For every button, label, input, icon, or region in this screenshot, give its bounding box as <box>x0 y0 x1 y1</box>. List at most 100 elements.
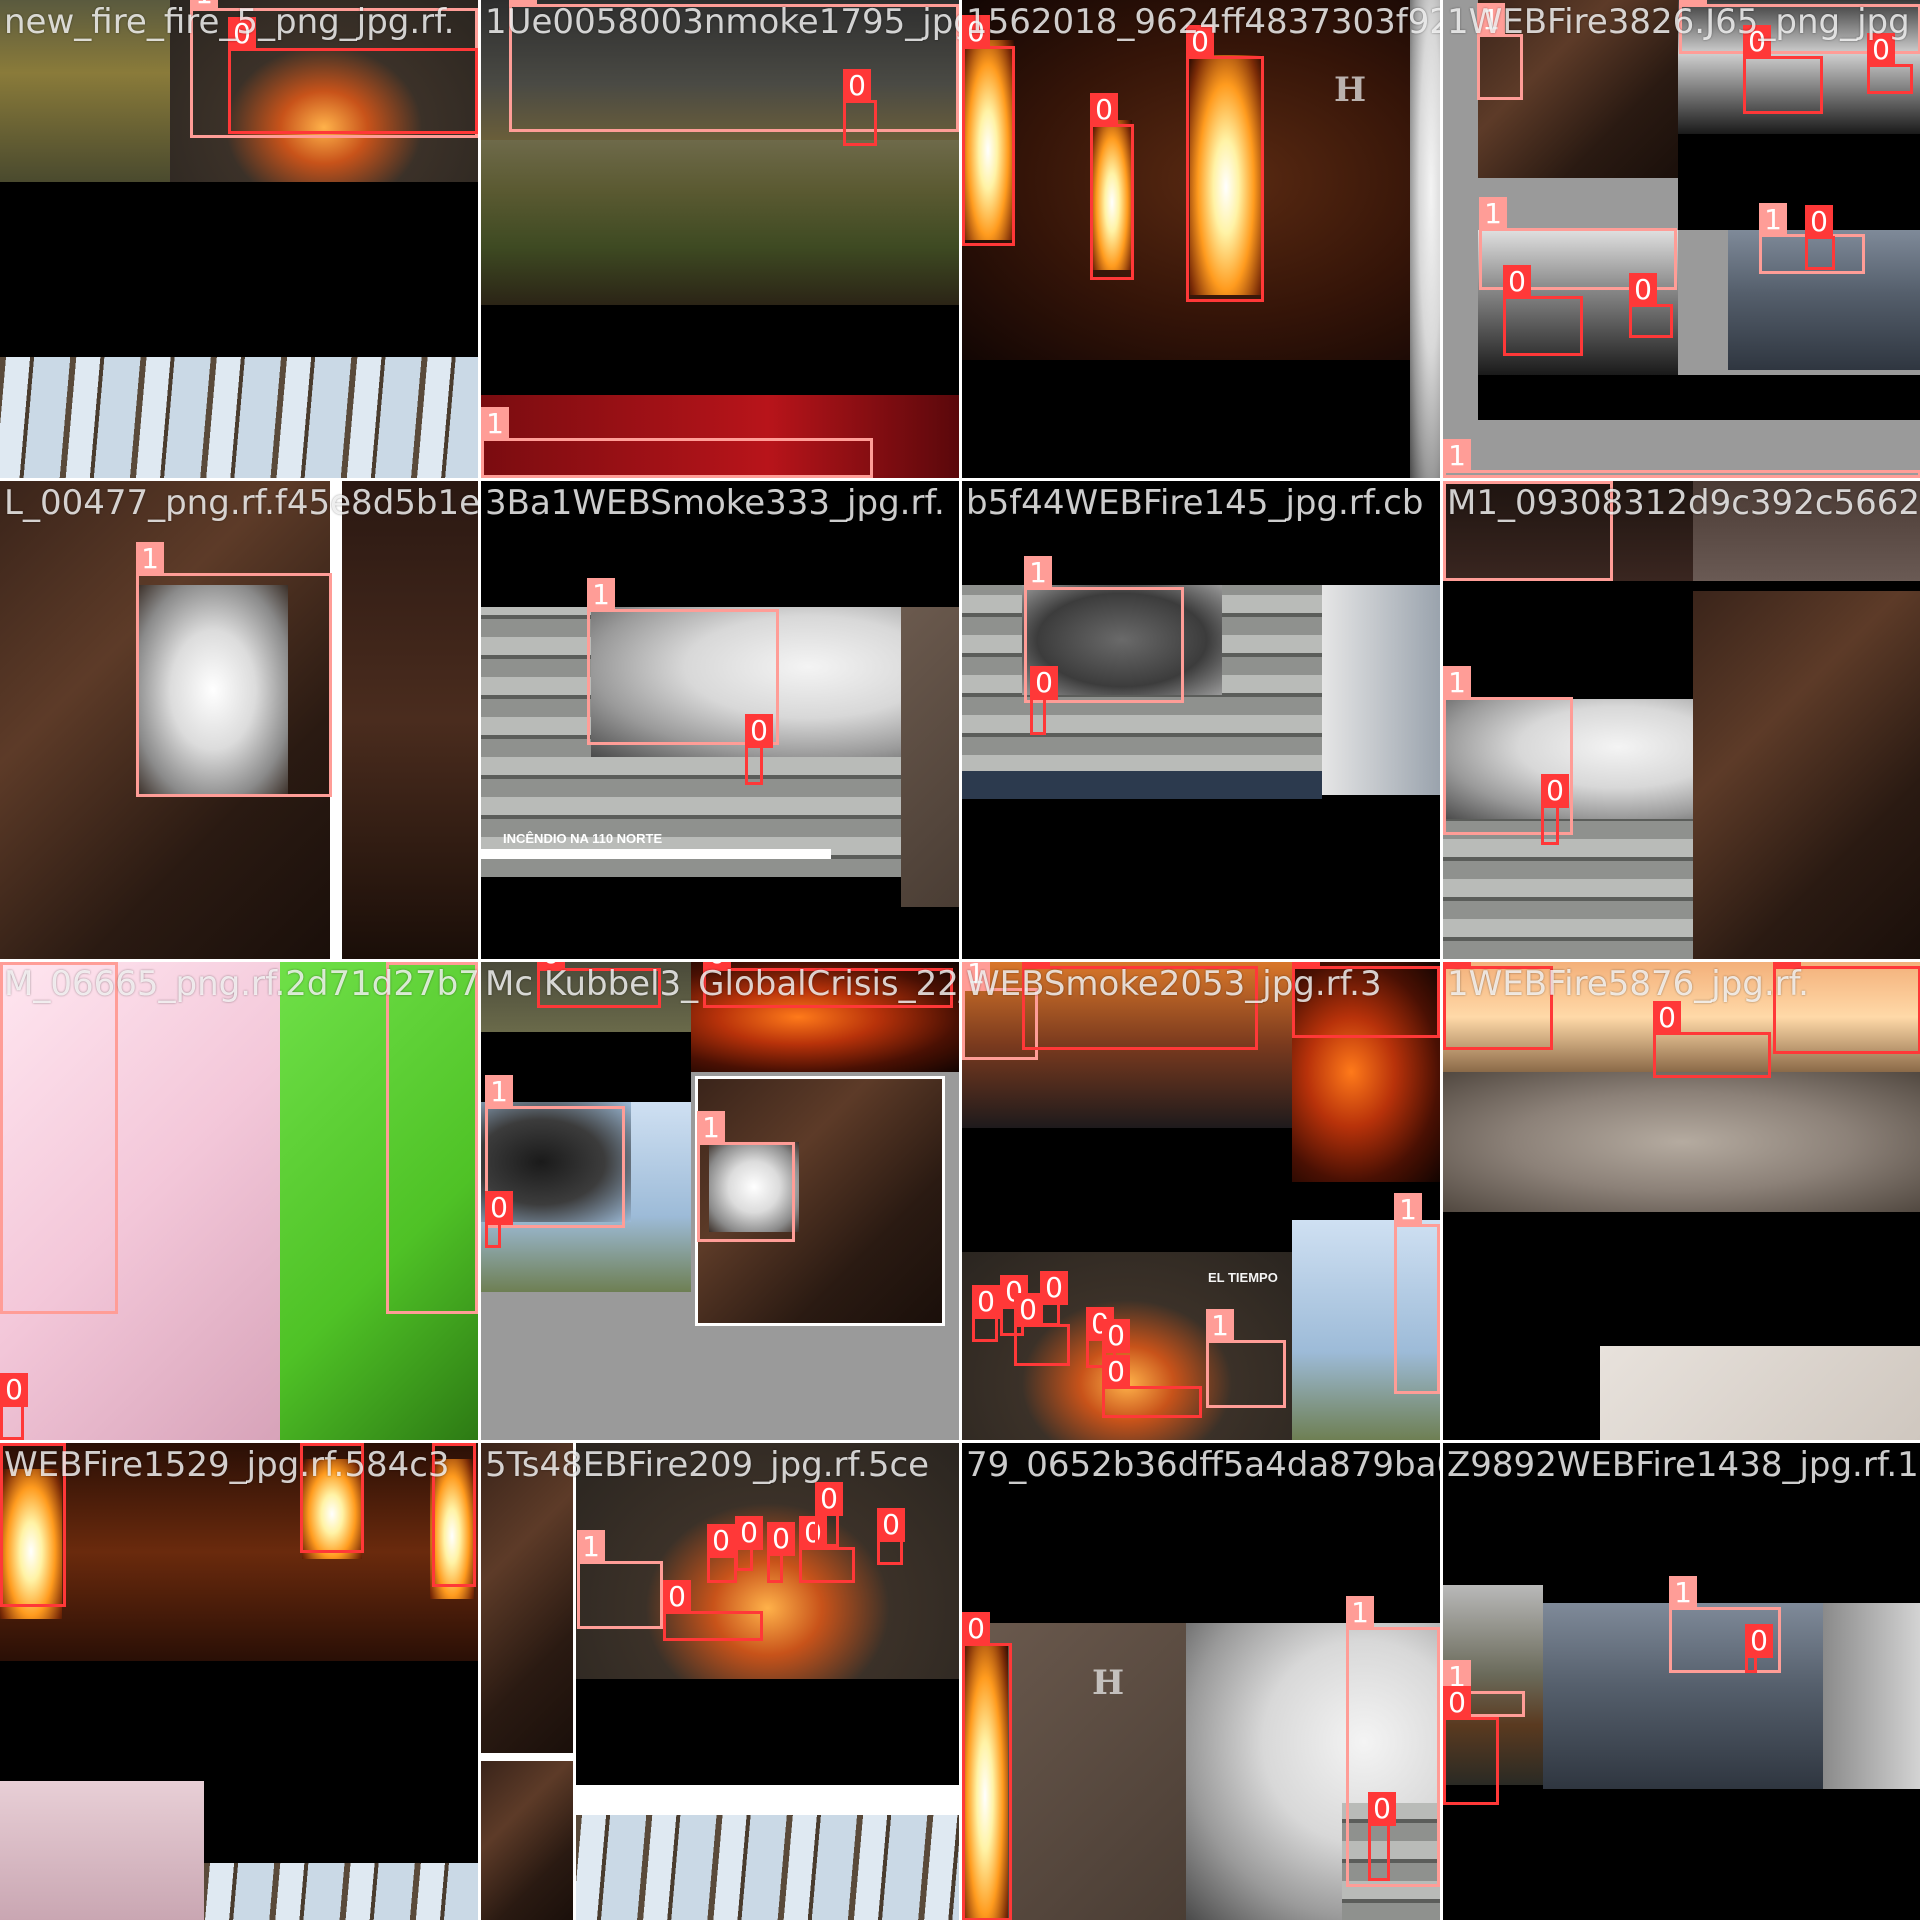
class-tag: 1 <box>1479 197 1507 231</box>
class-tag: 0 <box>537 962 565 971</box>
class-tag: 1 <box>1477 3 1505 37</box>
class-tag: 0 <box>972 1285 1000 1319</box>
scene-edge-strip <box>1823 1603 1920 1789</box>
scene-edge <box>1322 585 1440 795</box>
class-tag: 0 <box>1805 205 1833 239</box>
class-tag: 0 <box>485 1191 513 1225</box>
tile-11: 1WEBFire5876_jpg.rf. 0 0 0 <box>1443 962 1920 1440</box>
scene-cabinet-left <box>481 1443 573 1753</box>
bbox-smoke: 1 <box>1346 1596 1440 1887</box>
bbox-smoke: 1 <box>509 0 959 132</box>
bbox-fire: 0 <box>485 1191 513 1248</box>
letterbox <box>962 1128 1292 1220</box>
class-tag: 0 <box>1743 25 1771 59</box>
class-tag: 0 <box>1014 1293 1042 1327</box>
bbox-fire: 0 <box>1629 273 1673 338</box>
tile-filename: 3Ba1WEBSmoke333_jpg.rf. <box>485 483 945 523</box>
scene-wall-corner <box>1600 1346 1920 1440</box>
news-ticker <box>962 771 1322 799</box>
class-tag: 0 <box>1653 1001 1681 1035</box>
scene-flame-studio <box>0 1443 478 1661</box>
class-tag: 0 <box>1745 1624 1773 1658</box>
bbox-fire: 0 <box>1653 1001 1771 1078</box>
class-tag: 0 <box>1541 774 1569 808</box>
tile-5: INCÊNDIO NA 110 NORTE 3Ba1WEBSmoke333_jp… <box>481 481 959 959</box>
bbox-smoke: 1 <box>1206 1309 1286 1408</box>
letterbox <box>1478 375 1920 420</box>
class-tag: 0 <box>0 1443 28 1446</box>
class-tag: 0 <box>1090 93 1118 127</box>
bbox-fire: 0 <box>1773 962 1920 1054</box>
news-caption: EL TIEMPO <box>1208 1270 1278 1285</box>
class-tag: 0 <box>1443 1686 1471 1720</box>
scene-cabinet <box>1693 591 1920 959</box>
bbox-fire: 0 <box>799 1516 855 1583</box>
letterbox <box>481 305 959 395</box>
class-tag: 1 <box>190 0 218 11</box>
bbox-smoke: 1 <box>697 1111 795 1242</box>
tile-14: H 79_0652b36dff5a4da879ba0 0 1 0 <box>962 1443 1440 1920</box>
bbox-fire: 0 <box>1014 1293 1070 1366</box>
bbox-fire: 0 <box>962 1612 1012 1920</box>
tile-7: M1_09308312d9c392c5662e 1 1 0 <box>1443 481 1920 959</box>
class-tag: 0 <box>707 1524 735 1558</box>
bbox-fire: 0 <box>537 962 661 1008</box>
bbox-smoke: 1 <box>136 542 332 797</box>
history-logo: H <box>1092 1663 1125 1703</box>
class-tag: 0 <box>1867 33 1895 67</box>
class-tag: 0 <box>663 1580 691 1614</box>
class-tag: 1 <box>1206 1309 1234 1343</box>
bbox-fire: 0 <box>1040 1271 1068 1326</box>
bbox-fire: 0 <box>1030 666 1058 735</box>
class-tag: 1 <box>485 1075 513 1109</box>
bbox-fire: 0 <box>1503 265 1583 356</box>
bbox-fire: 0 <box>843 69 877 146</box>
letterbox <box>576 1679 959 1785</box>
class-tag: 0 <box>1186 25 1214 59</box>
tile-0: new_fire_fire_5_png_jpg.rf. 1 0 <box>0 0 478 478</box>
bbox-smoke: 1 <box>386 962 478 1314</box>
class-tag: 0 <box>1022 962 1050 969</box>
bbox-fire: 0 <box>707 1524 737 1583</box>
bbox-fire: 0 <box>0 1443 66 1607</box>
scene-aerial-forest <box>481 140 959 305</box>
class-tag: 0 <box>1503 265 1531 299</box>
bbox-smoke: 1 <box>577 1530 663 1629</box>
bbox-fire: 0 <box>0 1373 28 1440</box>
bbox-fire: 0 <box>767 1522 795 1583</box>
tile-9: Mc Kubbel3_GlobalCrisis_22_jpg 0 0 1 0 1 <box>481 962 959 1440</box>
class-tag: 0 <box>0 1373 28 1407</box>
class-tag: 0 <box>962 15 990 49</box>
letterbox <box>0 1661 478 1781</box>
class-tag: 0 <box>1040 1271 1068 1305</box>
class-tag: 0 <box>815 1482 843 1516</box>
scene-cabinet-left-lower <box>481 1761 573 1920</box>
letterbox <box>1443 1212 1920 1312</box>
scene-top-right <box>1693 481 1920 581</box>
bbox-smoke: 1 <box>1477 3 1523 100</box>
detection-mosaic: new_fire_fire_5_png_jpg.rf. 1 0 1Ue00580… <box>0 0 1920 1920</box>
scene-chickens <box>1443 1072 1920 1212</box>
bbox-fire: 0 <box>1102 1355 1202 1418</box>
class-tag: 1 <box>481 407 509 441</box>
class-tag: 1 <box>1024 556 1052 590</box>
tile-3: 1WEBFire3826.J65_png_jpg 1 1 0 0 1 0 0 1… <box>1443 0 1920 478</box>
class-tag: 0 <box>1102 1355 1130 1389</box>
class-tag: 1 <box>1443 666 1471 700</box>
class-tag: 1 <box>1759 203 1787 237</box>
bbox-smoke: 1 <box>1394 1193 1440 1394</box>
tile-filename: 79_0652b36dff5a4da879ba0 <box>966 1445 1440 1485</box>
bbox-fire: 0 <box>1745 1624 1773 1673</box>
scene-wall-panel <box>0 1781 204 1920</box>
bbox-fire: 0 <box>1292 962 1440 1038</box>
scene-bare-trees <box>576 1815 959 1920</box>
class-tag: 0 <box>745 714 773 748</box>
class-tag: 0 <box>1030 666 1058 700</box>
class-tag: 1 <box>1443 439 1471 473</box>
bbox-fire: 0 <box>1867 33 1913 94</box>
bbox-fire: 0 <box>1090 93 1134 280</box>
class-tag: 1 <box>697 1111 725 1145</box>
bbox-smoke: 1 <box>1443 439 1920 478</box>
bbox-fire: 0 <box>745 714 773 785</box>
tile-10: EL TIEMPO WEBSmoke2053_jpg.rf.3 1 0 0 0 … <box>962 962 1440 1440</box>
